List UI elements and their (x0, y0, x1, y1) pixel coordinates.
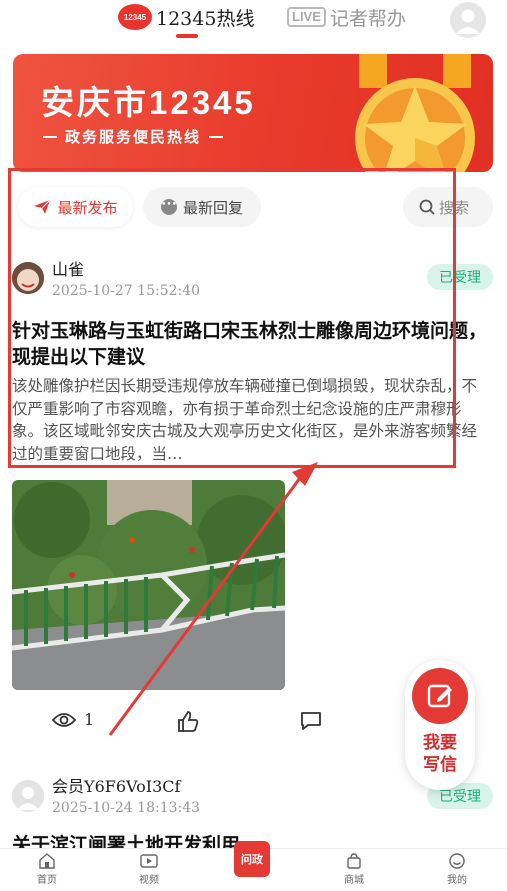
banner-subtitle: 政务服务便民热线 (43, 126, 283, 147)
post-photo[interactable] (12, 480, 285, 690)
nav-video-label: 视频 (139, 875, 159, 886)
nav-center-button[interactable]: 问政 (234, 841, 270, 877)
statue-fence-photo (12, 480, 285, 690)
send-icon (34, 199, 51, 214)
active-tab-indicator (176, 34, 198, 38)
banner-subtitle-text: 政务服务便民热线 (65, 129, 202, 146)
post-author-avatar[interactable] (12, 780, 44, 812)
nav-mall[interactable]: 商城 (324, 853, 384, 886)
filter-latest-label: 最新发布 (57, 198, 118, 217)
write-letter-label: 我要 写信 (405, 732, 475, 776)
nav-home[interactable]: 首页 (17, 853, 77, 886)
reporter-tab-label: 记者帮办 (329, 7, 406, 30)
post-author-name[interactable]: 山雀 (52, 256, 84, 280)
write-letter-circle (412, 668, 468, 724)
post-body[interactable]: 该处雕像护栏因长期受违规停放车辆碰撞已倒塌损毁，现状杂乱，不仅严重影响了市容观瞻… (12, 375, 490, 467)
write-letter-line2: 写信 (423, 755, 457, 775)
user-avatar[interactable] (450, 2, 486, 38)
view-count-value: 1 (84, 710, 95, 729)
filter-reply-label: 最新回复 (182, 198, 243, 217)
post-timestamp: 2025-10-27 15:52:40 (52, 283, 201, 299)
thumbs-up-icon (178, 711, 199, 732)
view-count: 1 (52, 710, 94, 729)
more-dots-icon: ••• (160, 199, 177, 215)
author-avatar-icon (12, 262, 44, 294)
smiley-icon (449, 853, 465, 869)
like-button[interactable] (176, 710, 200, 738)
post-author-avatar[interactable] (12, 262, 44, 294)
home-icon (39, 853, 55, 869)
video-icon (140, 854, 158, 868)
banner-title: 安庆市12345 (41, 84, 256, 121)
medal-star-icon (355, 54, 475, 172)
comment-button[interactable] (299, 710, 323, 736)
hotline-banner[interactable]: 安庆市12345 政务服务便民热线 (13, 54, 493, 172)
write-letter-line1: 我要 (423, 733, 457, 753)
eye-icon (52, 712, 76, 727)
post-author-name[interactable]: 会员Y6F6VoI3Cf (52, 773, 180, 797)
edit-icon (427, 684, 452, 708)
nav-video[interactable]: 视频 (119, 853, 179, 886)
default-avatar-icon (17, 787, 39, 810)
user-avatar-icon (456, 9, 480, 34)
hotline-tab-label: 12345热线 (156, 7, 255, 30)
live-icon: LIVE (287, 7, 326, 27)
nav-mall-label: 商城 (344, 875, 364, 886)
top-header: 12345 12345热线 LIVE 记者帮办 (0, 0, 507, 44)
write-letter-button[interactable]: 我要 写信 (405, 660, 475, 790)
nav-home-label: 首页 (37, 875, 57, 886)
shopping-bag-icon (347, 853, 361, 869)
comment-icon (301, 712, 321, 730)
search-button[interactable]: 搜索 (403, 187, 493, 227)
nav-mine-label: 我的 (447, 875, 467, 886)
filter-latest-tab[interactable]: 最新发布 (18, 187, 133, 227)
search-icon (419, 199, 435, 215)
filter-reply-tab[interactable]: ••• 最新回复 (143, 187, 261, 227)
post-timestamp: 2025-10-24 18:13:43 (52, 800, 201, 816)
tab-12345-hotline[interactable]: 12345 12345热线 (118, 2, 254, 32)
bottom-nav: 首页 视频 问政 商城 我的 (0, 841, 507, 891)
hotline-logo-icon: 12345 (118, 4, 152, 30)
post-title[interactable]: 针对玉琳路与玉虹街路口宋玉林烈士雕像周边环境问题，现提出以下建议 (12, 318, 492, 370)
tab-reporter-help[interactable]: LIVE 记者帮办 (287, 2, 406, 32)
search-label: 搜索 (439, 198, 470, 217)
nav-mine[interactable]: 我的 (427, 853, 487, 886)
status-badge: 已受理 (427, 264, 493, 290)
